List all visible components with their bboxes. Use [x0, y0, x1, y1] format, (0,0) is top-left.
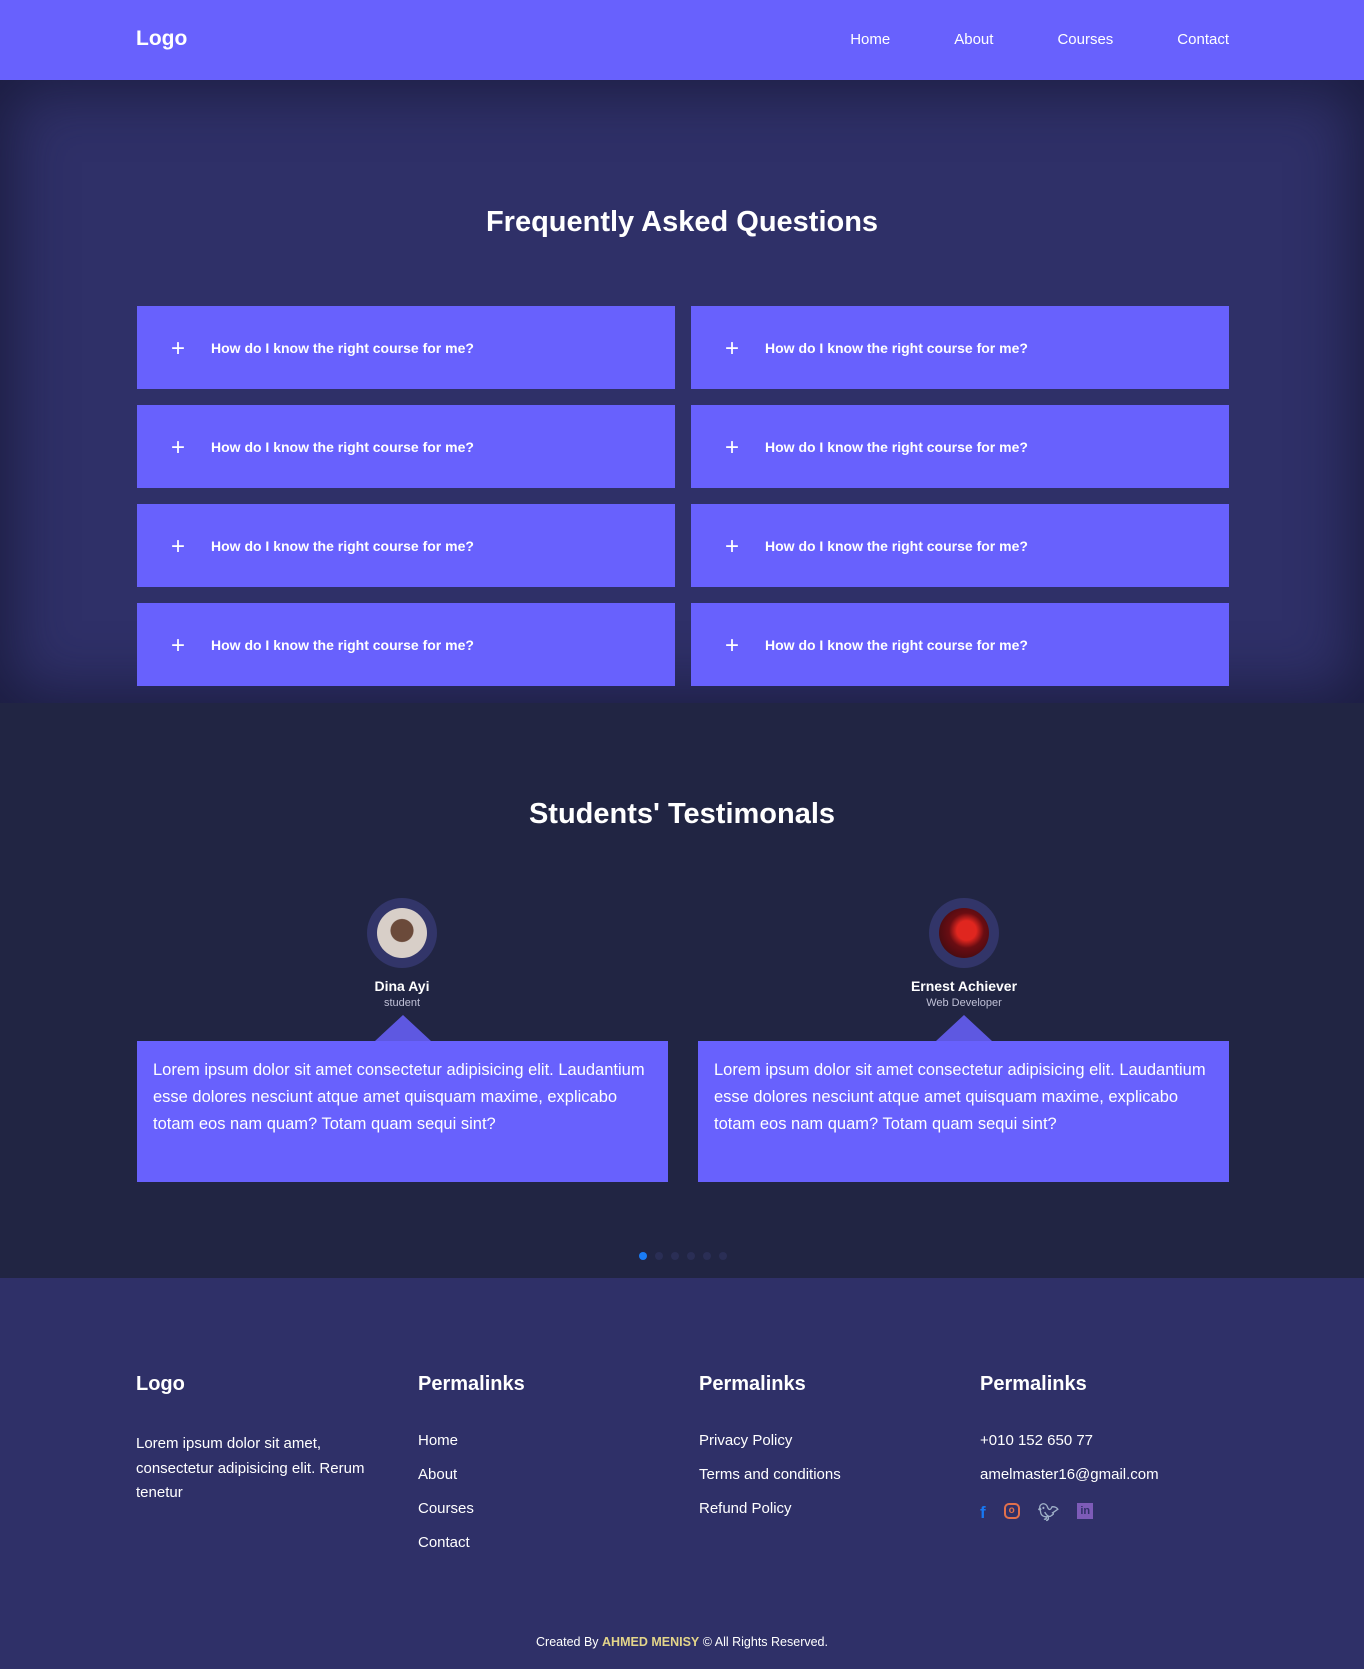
- avatar: [929, 898, 999, 968]
- faq-item[interactable]: + How do I know the right course for me?: [691, 405, 1229, 488]
- footer-logo: Logo: [136, 1373, 185, 1395]
- footer-links-2: Permalinks Privacy Policy Terms and cond…: [699, 1373, 841, 1534]
- site-footer: Logo Lorem ipsum dolor sit amet, consect…: [0, 1278, 1364, 1669]
- author-link[interactable]: AHMED MENISY: [602, 1635, 699, 1649]
- nav-courses[interactable]: Courses: [1057, 31, 1113, 48]
- instagram-icon[interactable]: o: [1003, 1503, 1020, 1519]
- footer-email[interactable]: amelmaster16@gmail.com: [980, 1466, 1159, 1483]
- faq-question: How do I know the right course for me?: [211, 438, 474, 455]
- footer-link-home[interactable]: Home: [418, 1432, 525, 1449]
- pagination-dot[interactable]: [687, 1252, 695, 1260]
- plus-icon: +: [725, 631, 740, 659]
- plus-icon: +: [171, 433, 186, 461]
- pagination-dot[interactable]: [671, 1252, 679, 1260]
- faq-question: How do I know the right course for me?: [211, 636, 474, 653]
- nav-contact[interactable]: Contact: [1177, 31, 1229, 48]
- author-name: Ernest Achiever: [910, 978, 1018, 994]
- plus-icon: +: [725, 433, 740, 461]
- pagination-dot[interactable]: [719, 1252, 727, 1260]
- pagination-dot[interactable]: [655, 1252, 663, 1260]
- faq-item[interactable]: + How do I know the right course for me?: [137, 306, 675, 389]
- footer-links-1: Permalinks Home About Courses Contact: [418, 1373, 525, 1568]
- author-role: Web Developer: [926, 997, 1002, 1009]
- plus-icon: +: [171, 334, 186, 362]
- logo[interactable]: Logo: [136, 27, 187, 51]
- author-role: student: [383, 997, 421, 1009]
- plus-icon: +: [171, 532, 186, 560]
- footer-link-contact[interactable]: Contact: [418, 1534, 525, 1551]
- testimonial-author: Ernest Achiever Web Developer: [864, 898, 1064, 1009]
- plus-icon: +: [171, 631, 186, 659]
- nav-home[interactable]: Home: [850, 31, 890, 48]
- footer-link-courses[interactable]: Courses: [418, 1500, 525, 1517]
- pagination-dot[interactable]: [703, 1252, 711, 1260]
- footer-link-terms[interactable]: Terms and conditions: [699, 1466, 841, 1483]
- faq-question: How do I know the right course for me?: [765, 537, 1028, 554]
- facebook-icon[interactable]: f: [980, 1503, 986, 1523]
- footer-about: Logo Lorem ipsum dolor sit amet, consect…: [136, 1373, 366, 1506]
- faq-section: Frequently Asked Questions + How do I kno…: [0, 80, 1364, 703]
- plus-icon: +: [725, 334, 740, 362]
- plus-icon: +: [725, 532, 740, 560]
- footer-heading: Permalinks: [699, 1373, 806, 1395]
- faq-item[interactable]: + How do I know the right course for me?: [137, 504, 675, 587]
- testimonial-card: Lorem ipsum dolor sit amet consectetur a…: [698, 1015, 1229, 1182]
- site-header: Logo Home About Courses Contact: [0, 0, 1364, 80]
- footer-heading: Permalinks: [418, 1373, 525, 1395]
- faq-question: How do I know the right course for me?: [211, 537, 474, 554]
- faq-question: How do I know the right course for me?: [765, 438, 1028, 455]
- footer-link-privacy[interactable]: Privacy Policy: [699, 1432, 841, 1449]
- footer-heading: Permalinks: [980, 1373, 1087, 1395]
- footer-link-about[interactable]: About: [418, 1466, 525, 1483]
- footer-contact: Permalinks +010 152 650 77 amelmaster16@…: [980, 1373, 1159, 1523]
- faq-item[interactable]: + How do I know the right course for me?: [691, 504, 1229, 587]
- pagination-dot[interactable]: [639, 1252, 647, 1260]
- footer-phone[interactable]: +010 152 650 77: [980, 1432, 1159, 1449]
- avatar: [367, 898, 437, 968]
- testimonials-title: Students' Testimonals: [528, 798, 836, 830]
- main-nav: Home About Courses Contact: [786, 31, 1229, 48]
- testimonial-card: Lorem ipsum dolor sit amet consectetur a…: [137, 1015, 668, 1182]
- faq-title: Frequently Asked Questions: [485, 206, 879, 238]
- author-name: Dina Ayi: [374, 978, 430, 994]
- faq-item[interactable]: + How do I know the right course for me?: [137, 603, 675, 686]
- nav-about[interactable]: About: [954, 31, 993, 48]
- faq-question: How do I know the right course for me?: [765, 339, 1028, 356]
- copyright-prefix: Created By: [536, 1635, 599, 1649]
- copyright-suffix: © All Rights Reserved.: [702, 1635, 828, 1649]
- linkedin-icon[interactable]: in: [1077, 1503, 1094, 1519]
- carousel-pagination: [639, 1252, 727, 1260]
- faq-item[interactable]: + How do I know the right course for me?: [691, 306, 1229, 389]
- social-links: f o 🐦︎ in: [980, 1503, 1159, 1523]
- testimonial-author: Dina Ayi student: [302, 898, 502, 1009]
- faq-question: How do I know the right course for me?: [765, 636, 1028, 653]
- faq-item[interactable]: + How do I know the right course for me?: [137, 405, 675, 488]
- faq-item[interactable]: + How do I know the right course for me?: [691, 603, 1229, 686]
- faq-question: How do I know the right course for me?: [211, 339, 474, 356]
- twitter-icon[interactable]: 🐦︎: [1038, 1503, 1060, 1523]
- testimonials-section: Students' Testimonals Dina Ayi student L…: [0, 703, 1364, 1278]
- footer-about-text: Lorem ipsum dolor sit amet, consectetur …: [136, 1435, 365, 1501]
- footer-link-refund[interactable]: Refund Policy: [699, 1500, 841, 1517]
- faq-grid: + How do I know the right course for me? +…: [137, 306, 1229, 686]
- copyright: Created By AHMED MENISY © All Rights Res…: [0, 1635, 1364, 1649]
